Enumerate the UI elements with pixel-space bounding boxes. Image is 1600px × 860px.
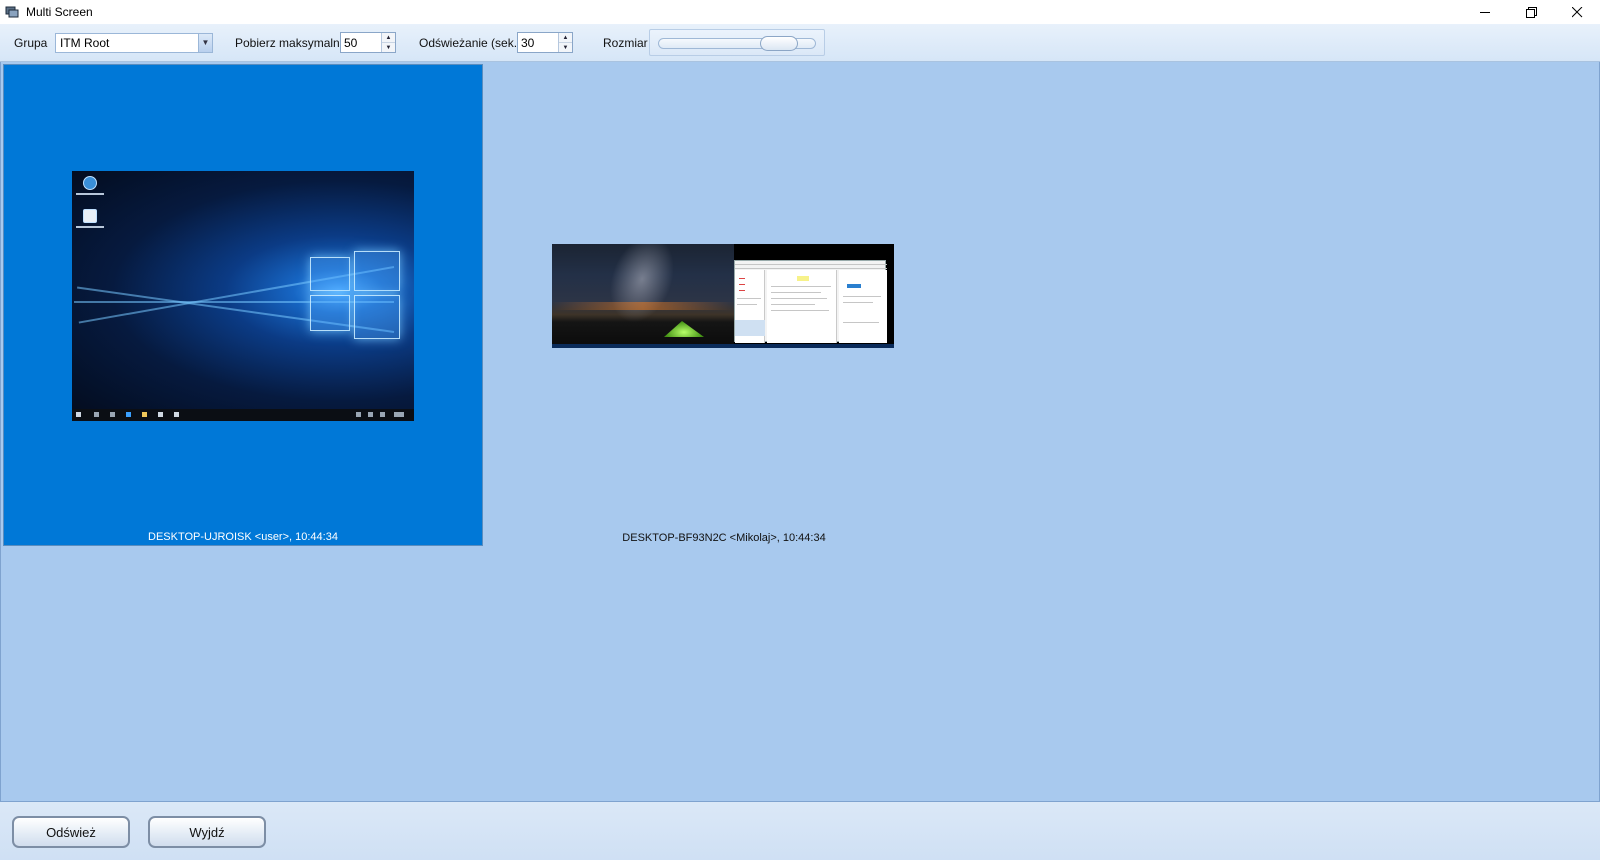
app-window-screenshot bbox=[734, 260, 887, 343]
taskbar bbox=[552, 344, 894, 348]
start-icon bbox=[76, 412, 81, 417]
chevron-down-icon[interactable]: ▼ bbox=[198, 33, 212, 52]
mail-icon bbox=[174, 412, 179, 417]
clock-icon bbox=[394, 412, 404, 417]
refresh-interval-buttons: ▲ ▼ bbox=[558, 33, 572, 52]
restore-button[interactable] bbox=[1508, 0, 1554, 24]
title-bar: Multi Screen bbox=[0, 0, 1600, 24]
toolbar: Grupa ITM Root ▼ Pobierz maksymalnie 50 … bbox=[0, 24, 1600, 62]
desktop-icon-label bbox=[76, 193, 104, 195]
store-icon bbox=[158, 412, 163, 417]
task-view-icon bbox=[110, 412, 115, 417]
taskbar bbox=[72, 409, 414, 421]
exit-button[interactable]: Wyjdź bbox=[148, 816, 266, 848]
refresh-interval-spinbox[interactable]: 30 ▲ ▼ bbox=[517, 32, 573, 53]
close-icon bbox=[1571, 6, 1582, 17]
max-spinbox-buttons: ▲ ▼ bbox=[381, 33, 395, 52]
tent-shape bbox=[664, 321, 704, 337]
size-slider-thumb[interactable] bbox=[760, 36, 798, 51]
button-bar: Odśwież Wyjdź bbox=[0, 802, 1600, 860]
group-combobox-value: ITM Root bbox=[60, 35, 110, 50]
spin-down-icon[interactable]: ▼ bbox=[559, 43, 572, 52]
window-controls bbox=[1462, 0, 1600, 24]
screens-workspace: DESKTOP-UJROISK <user>, 10:44:34 DESKTOP… bbox=[0, 62, 1600, 802]
tray-icon bbox=[356, 412, 361, 417]
screen-caption: DESKTOP-UJROISK <user>, 10:44:34 bbox=[148, 531, 338, 543]
minimize-icon bbox=[1479, 11, 1490, 13]
close-button[interactable] bbox=[1554, 0, 1600, 24]
refresh-interval-label: Odświeżanie (sek.) bbox=[419, 35, 522, 50]
max-spinbox[interactable]: 50 ▲ ▼ bbox=[340, 32, 396, 53]
edge-icon bbox=[126, 412, 131, 417]
desktop-screenshot bbox=[72, 171, 414, 421]
screen-tile[interactable]: DESKTOP-BF93N2C <Mikolaj>, 10:44:34 bbox=[484, 64, 964, 546]
max-spinbox-value: 50 bbox=[344, 35, 358, 50]
spin-up-icon[interactable]: ▲ bbox=[382, 33, 395, 43]
shortcut-icon bbox=[83, 209, 97, 223]
spin-down-icon[interactable]: ▼ bbox=[382, 43, 395, 52]
screen-caption: DESKTOP-BF93N2C <Mikolaj>, 10:44:34 bbox=[622, 532, 826, 544]
restore-icon bbox=[1525, 6, 1537, 18]
refresh-interval-value: 30 bbox=[521, 35, 535, 50]
refresh-button[interactable]: Odśwież bbox=[12, 816, 130, 848]
screen-tile[interactable]: DESKTOP-UJROISK <user>, 10:44:34 bbox=[3, 64, 483, 546]
spin-up-icon[interactable]: ▲ bbox=[559, 33, 572, 43]
desktop-icon-label bbox=[76, 226, 104, 228]
night-sky-wallpaper bbox=[552, 244, 734, 348]
max-label: Pobierz maksymalnie bbox=[235, 35, 350, 50]
help-icon bbox=[83, 176, 97, 190]
desktop-screenshot bbox=[552, 244, 894, 348]
group-label: Grupa bbox=[14, 35, 48, 50]
folder-icon bbox=[142, 412, 147, 417]
search-icon bbox=[94, 412, 99, 417]
window-title: Multi Screen bbox=[26, 5, 93, 19]
group-combobox[interactable]: ITM Root ▼ bbox=[55, 32, 213, 53]
size-slider[interactable] bbox=[649, 29, 825, 56]
tray-icon bbox=[380, 412, 385, 417]
app-icon bbox=[4, 4, 20, 20]
tray-icon bbox=[368, 412, 373, 417]
minimize-button[interactable] bbox=[1462, 0, 1508, 24]
windows-logo bbox=[310, 251, 402, 341]
size-label: Rozmiar bbox=[603, 35, 648, 50]
